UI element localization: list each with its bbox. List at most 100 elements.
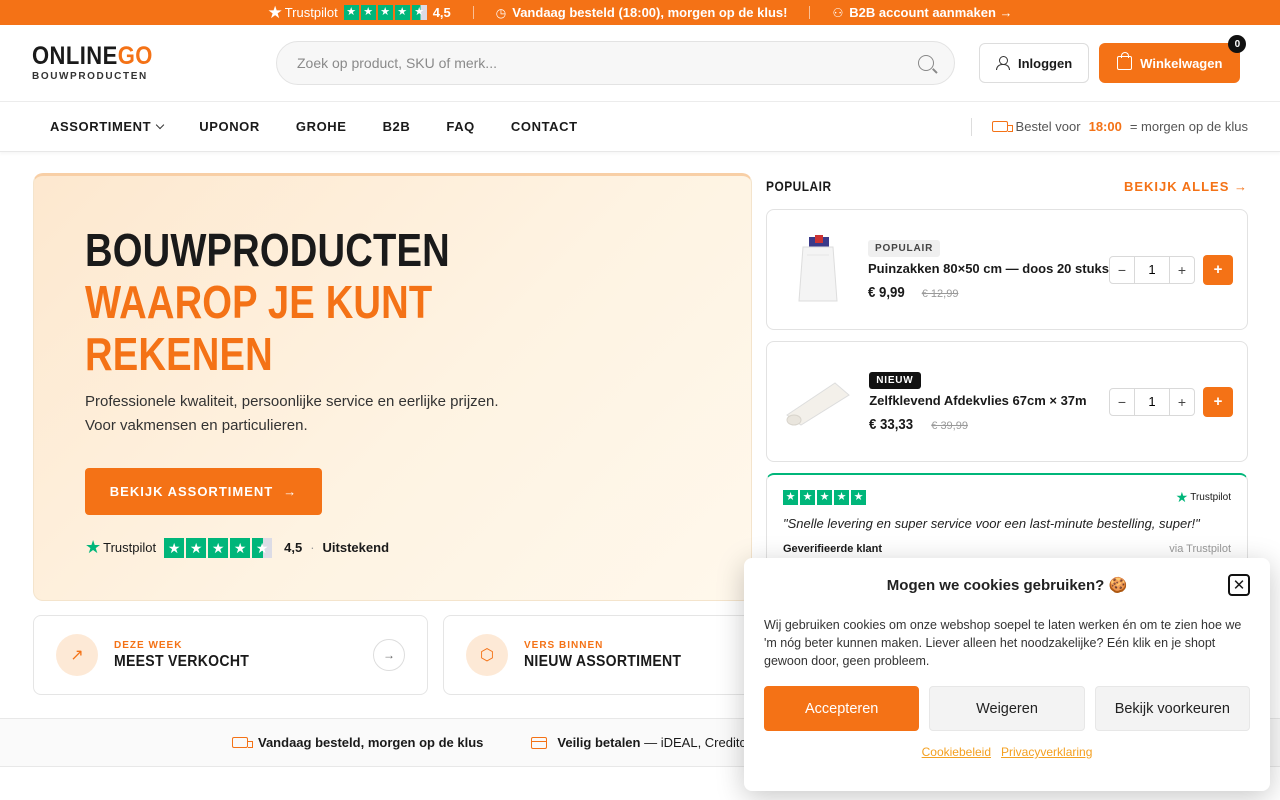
- delivery-promise: Bestel voor 18:00 = morgen op de klus: [970, 117, 1248, 136]
- cookie-consent-dialog: Mogen we cookies gebruiken? 🍪 ✕ Wij gebr…: [744, 558, 1270, 791]
- topbar-b2b-link[interactable]: ⚇ B2B account aanmaken →: [810, 5, 1034, 20]
- arrow-right-icon[interactable]: →: [373, 639, 405, 671]
- view-assortment-button[interactable]: BEKIJK ASSORTIMENT →: [85, 468, 322, 515]
- decline-cookies-button[interactable]: Weigeren: [929, 686, 1085, 731]
- trustpilot-logo: ★ Trustpilot: [1175, 489, 1231, 505]
- trending-up-icon: ↗: [56, 634, 98, 676]
- clock-icon: ◷: [495, 5, 507, 20]
- star-icon: ★: [230, 537, 251, 558]
- topbar-rating: 4,5: [432, 5, 451, 20]
- nav-item-b2b[interactable]: B2B: [383, 119, 411, 134]
- see-all-link[interactable]: BEKIJK ALLES →: [1124, 179, 1248, 194]
- popular-header: POPULAIR BEKIJK ALLES →: [766, 178, 1248, 194]
- star-icon: ★: [817, 490, 832, 505]
- product-image-rubble-bags[interactable]: [781, 231, 854, 309]
- quantity-stepper: − + +: [1109, 386, 1233, 417]
- product-price: € 33,33: [869, 416, 914, 433]
- product-price: € 9,99: [868, 284, 905, 301]
- topbar-delivery: ◷ Vandaag besteld (18:00), morgen op de …: [495, 5, 788, 20]
- popular-title: POPULAIR: [766, 178, 832, 194]
- add-to-cart-button[interactable]: +: [1203, 386, 1233, 417]
- usp-delivery: Vandaag besteld, morgen op de klus: [232, 735, 483, 750]
- search-bar: [276, 41, 955, 85]
- nav-item-uponor[interactable]: UPONOR: [199, 119, 260, 134]
- chevron-down-icon: [155, 120, 165, 130]
- nav-item-assortiment[interactable]: ASSORTIMENT: [50, 119, 165, 134]
- review-source: via Trustpilot: [1169, 543, 1231, 555]
- product-old-price: € 39,99: [931, 420, 968, 432]
- trustpilot-logo: ★ Trustpilot: [267, 3, 338, 22]
- box-icon: ⬡: [466, 634, 508, 676]
- product-badge: NIEUW: [869, 372, 921, 389]
- cart-button[interactable]: Winkelwagen 0: [1099, 35, 1247, 83]
- star-icon: ★: [377, 5, 393, 20]
- logo-wordmark: ONLINEGO: [32, 42, 153, 70]
- nav-item-grohe[interactable]: GROHE: [296, 119, 347, 134]
- quantity-input[interactable]: [1135, 387, 1169, 416]
- product-name[interactable]: Zelfklevend Afdekvlies 67cm × 37m: [869, 393, 1109, 408]
- truck-icon: [991, 121, 1013, 132]
- star-icon: ★: [394, 5, 410, 20]
- user-icon: [996, 56, 1010, 70]
- add-to-cart-button[interactable]: +: [1203, 254, 1233, 285]
- close-icon[interactable]: ✕: [1228, 574, 1250, 596]
- star-icon: ★: [186, 537, 207, 558]
- nav-item-contact[interactable]: CONTACT: [511, 119, 578, 134]
- shopping-bag-icon: [1117, 52, 1133, 70]
- top-announcement-bar: ★ Trustpilot ★ ★ ★ ★ ★ 4,5 ◷ Vandaag besteld …: [0, 0, 1280, 25]
- quantity-stepper: − + +: [1109, 254, 1233, 285]
- product-card[interactable]: POPULAIR Puinzakken 80×50 cm — doos 20 s…: [766, 209, 1248, 330]
- trustpilot-star-icon: ★: [267, 3, 283, 22]
- site-logo[interactable]: ONLINEGO BOUWPRODUCTEN: [32, 42, 192, 83]
- product-name[interactable]: Puinzakken 80×50 cm — doos 20 stuks: [868, 261, 1109, 276]
- quantity-input[interactable]: [1135, 255, 1169, 284]
- increase-quantity-button[interactable]: +: [1169, 387, 1195, 416]
- review-stars: ★ ★ ★ ★ ★: [783, 490, 866, 505]
- cookie-policy-link[interactable]: Cookiebeleid: [922, 745, 991, 759]
- hero-description: Professionele kwaliteit, persoonlijke se…: [85, 393, 499, 434]
- trustpilot-stars: ★ ★ ★ ★ ★: [164, 537, 273, 558]
- privacy-statement-link[interactable]: Privacyverklaring: [1001, 745, 1092, 759]
- star-icon: ★: [783, 490, 798, 505]
- star-icon: ★: [834, 490, 849, 505]
- site-header: ONLINEGO BOUWPRODUCTEN Inloggen Winkelwa…: [0, 25, 1280, 102]
- logo-subtitle: BOUWPRODUCTEN: [32, 71, 148, 82]
- topbar-trustpilot[interactable]: ★ Trustpilot ★ ★ ★ ★ ★ 4,5: [245, 4, 472, 21]
- cookie-preferences-button[interactable]: Bekijk voorkeuren: [1094, 686, 1250, 731]
- hero-trustpilot-rating[interactable]: ★ Trustpilot ★ ★ ★ ★ ★ 4,5 · Uitstekend: [85, 537, 751, 558]
- cart-count-badge: 0: [1228, 35, 1247, 53]
- search-input[interactable]: [297, 55, 857, 71]
- product-old-price: € 12,99: [921, 288, 959, 300]
- star-icon: ★: [851, 490, 866, 505]
- star-icon: ★: [208, 537, 229, 558]
- increase-quantity-button[interactable]: +: [1169, 255, 1195, 284]
- cookie-title: Mogen we cookies gebruiken? 🍪: [886, 577, 1128, 594]
- star-icon: ★: [164, 537, 185, 558]
- star-icon: ★: [360, 5, 376, 20]
- nav-item-faq[interactable]: FAQ: [446, 119, 475, 134]
- accept-cookies-button[interactable]: Accepteren: [764, 686, 920, 731]
- decrease-quantity-button[interactable]: −: [1109, 387, 1135, 416]
- product-card[interactable]: NIEUW Zelfklevend Afdekvlies 67cm × 37m …: [766, 341, 1248, 462]
- main-navigation: ASSORTIMENT UPONOR GROHE B2B FAQ CONTACT…: [0, 102, 1280, 152]
- credit-card-icon: [531, 736, 548, 749]
- truck-icon: [232, 737, 253, 748]
- login-button[interactable]: Inloggen: [979, 43, 1090, 83]
- half-star-icon: ★: [252, 537, 273, 558]
- trustpilot-star-icon: ★: [85, 537, 102, 557]
- hero-title: BOUWPRODUCTEN WAAROP JE KUNT REKENEN: [85, 224, 450, 380]
- trustpilot-star-icon: ★: [1175, 489, 1189, 505]
- trustpilot-stars: ★ ★ ★ ★ ★: [343, 5, 427, 20]
- review-author: Geverifieerde klant: [783, 543, 883, 555]
- cookie-text: Wij gebruiken cookies om onze webshop so…: [764, 618, 1242, 668]
- review-quote: "Snelle levering en super service voor e…: [783, 516, 1200, 531]
- decrease-quantity-button[interactable]: −: [1109, 255, 1135, 284]
- star-icon: ★: [800, 490, 815, 505]
- search-icon[interactable]: [918, 55, 934, 71]
- best-sellers-card[interactable]: ↗ DEZE WEEK MEEST VERKOCHT →: [33, 615, 428, 695]
- arrow-right-icon: →: [283, 484, 298, 499]
- users-icon: ⚇: [832, 5, 844, 20]
- half-star-icon: ★: [411, 5, 427, 20]
- usp-payment: Veilig betalen — iDEAL, Creditca: [531, 735, 753, 750]
- product-image-cover-fleece[interactable]: [781, 363, 855, 441]
